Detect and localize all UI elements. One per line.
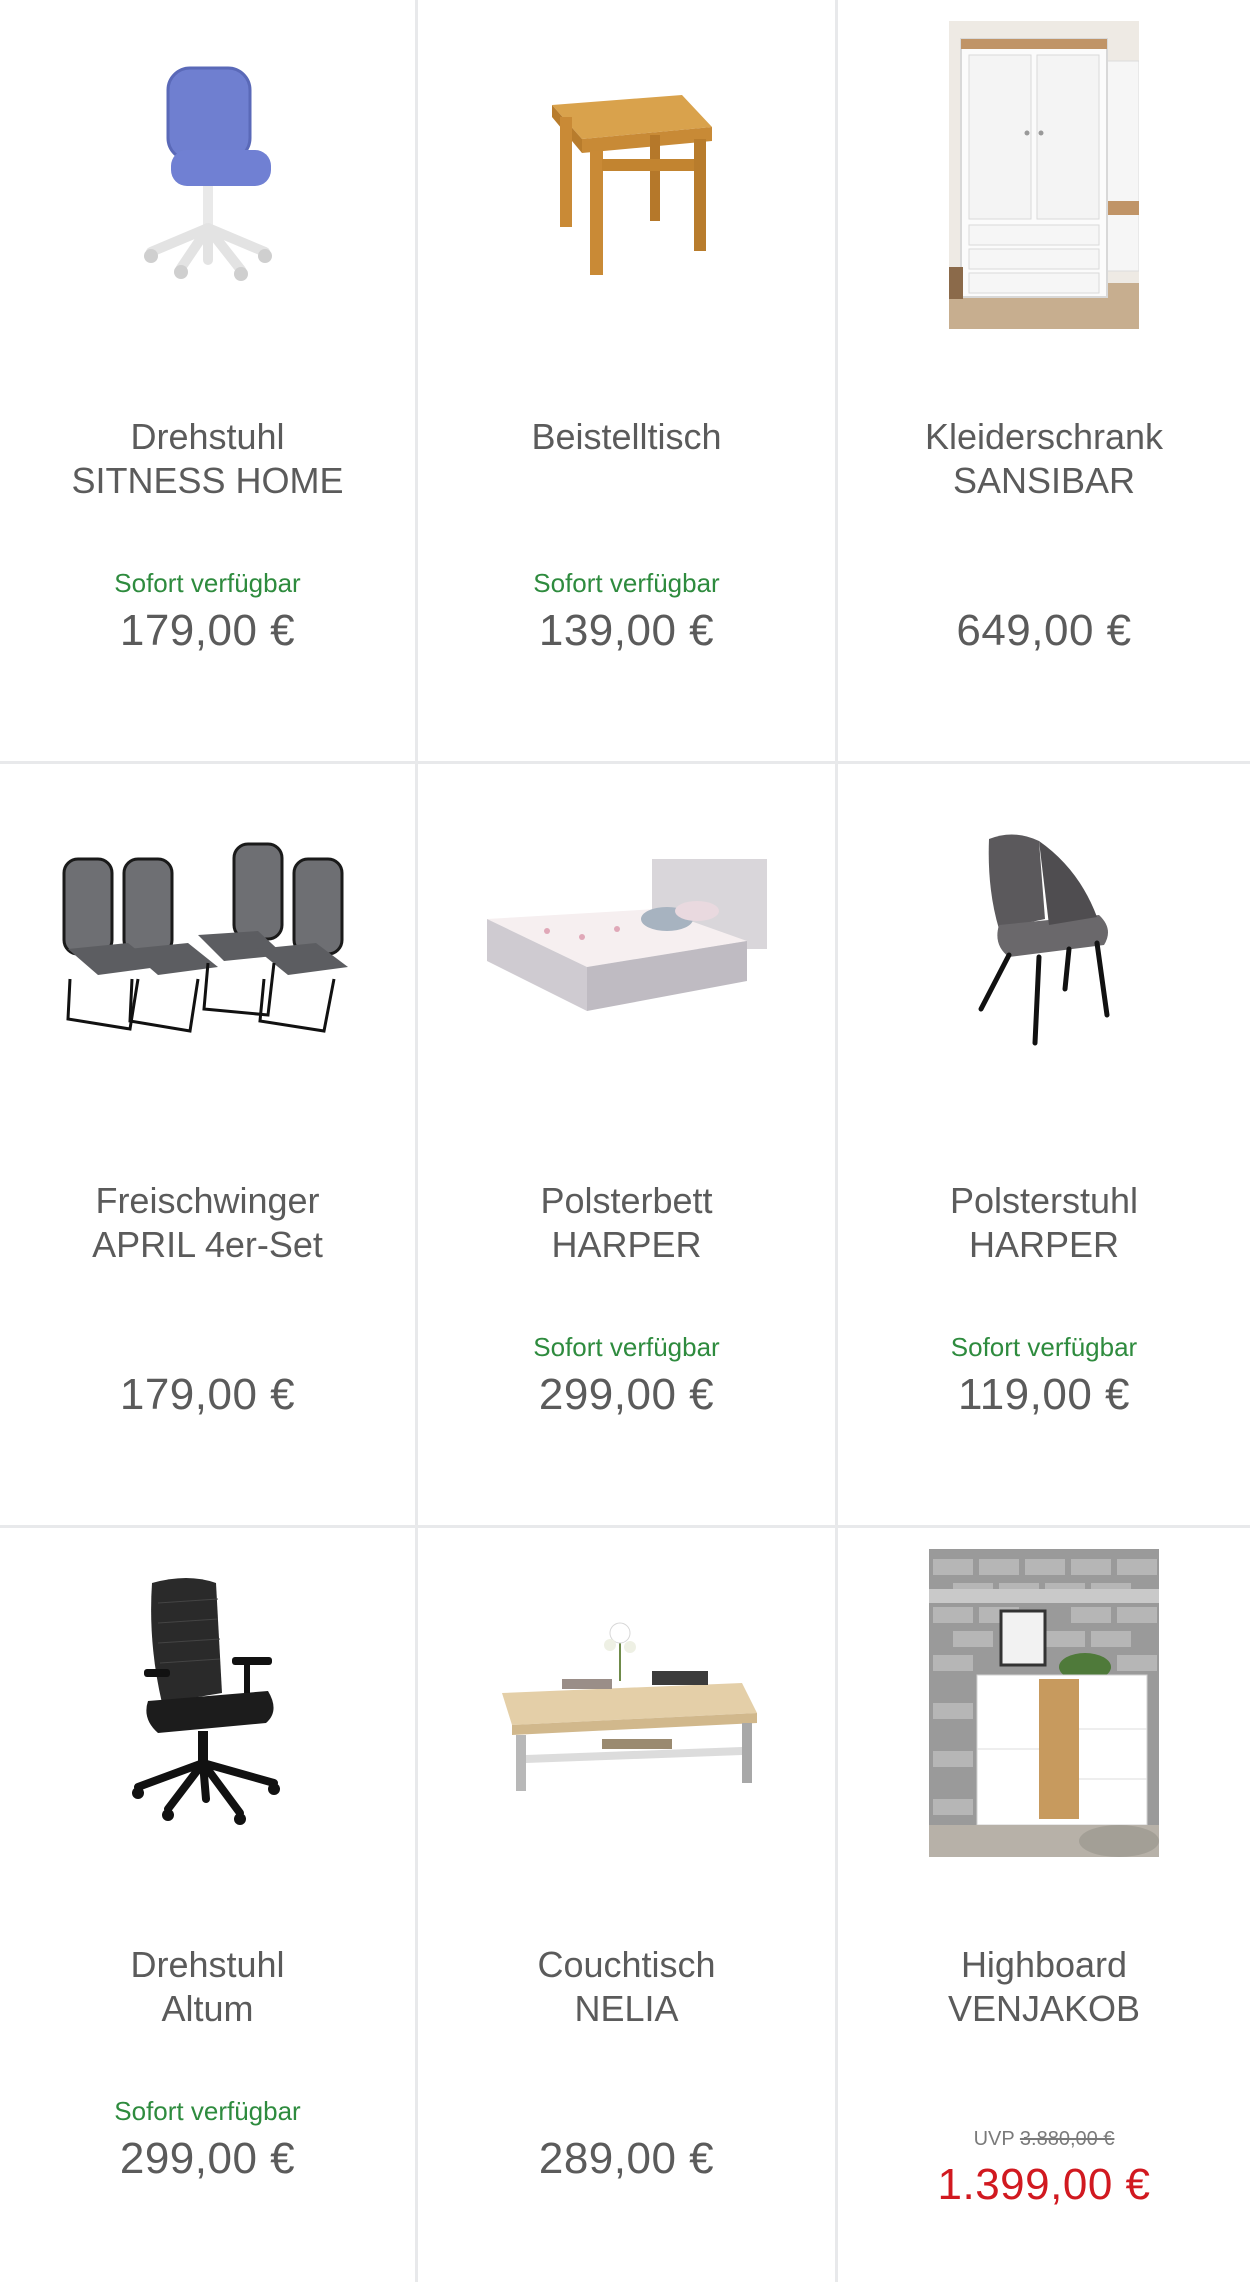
product-card[interactable]: Kleiderschrank SANSIBAR 649,00 € xyxy=(838,0,1250,764)
product-price: 179,00 € xyxy=(119,606,296,655)
uvp-old-price: 3.880,00 € xyxy=(1019,2128,1115,2150)
product-name-line2: VENJAKOB xyxy=(947,1988,1141,2029)
product-name[interactable]: Highboard VENJAKOB xyxy=(848,1943,1240,2031)
product-card[interactable]: Freischwinger APRIL 4er-Set 179,00 € xyxy=(0,764,418,1528)
product-name-line2: Altum xyxy=(161,1988,254,2029)
product-card[interactable]: Drehstuhl SITNESS HOME Sofort verfügbar … xyxy=(0,0,418,764)
product-image[interactable] xyxy=(0,10,415,340)
product-name[interactable]: Drehstuhl SITNESS HOME xyxy=(10,415,405,503)
product-price: 139,00 € xyxy=(538,606,715,655)
product-card[interactable]: Beistelltisch Sofort verfügbar 139,00 € xyxy=(418,0,838,764)
highboard-icon xyxy=(929,1549,1159,1857)
product-image[interactable] xyxy=(418,774,835,1104)
wardrobe-icon xyxy=(949,21,1139,329)
product-name-line2: HARPER xyxy=(551,1224,702,1265)
product-name-line1: Polsterbett xyxy=(540,1180,713,1221)
product-name-line1: Beistelltisch xyxy=(531,416,722,457)
availability-label: Sofort verfügbar xyxy=(950,1332,1138,1362)
coffee-table-icon xyxy=(501,1622,757,1791)
product-name[interactable]: Polsterstuhl HARPER xyxy=(848,1179,1240,1267)
product-name[interactable]: Beistelltisch xyxy=(428,415,825,459)
sale-price: 1.399,00 € xyxy=(937,2160,1151,2209)
swivel-chair-blue-icon xyxy=(143,66,272,281)
product-name-line1: Drehstuhl xyxy=(130,1944,285,1985)
availability-label: Sofort verfügbar xyxy=(533,568,720,598)
product-price: 299,00 € xyxy=(538,1370,715,1419)
product-image[interactable] xyxy=(418,10,835,340)
product-image[interactable] xyxy=(0,1538,415,1868)
product-name-line1: Highboard xyxy=(960,1944,1128,1985)
product-image[interactable] xyxy=(838,774,1250,1104)
upholstered-bed-icon xyxy=(486,859,767,1011)
product-name[interactable]: Couchtisch NELIA xyxy=(428,1943,825,2031)
product-name-line2: NELIA xyxy=(574,1988,679,2029)
product-price: 299,00 € xyxy=(119,2134,296,2183)
cantilever-chairs-icon xyxy=(62,842,348,1033)
product-name-line1: Kleiderschrank xyxy=(924,416,1164,457)
office-chair-black-icon xyxy=(131,1578,280,1825)
availability-label: Sofort verfügbar xyxy=(114,2096,301,2126)
product-card[interactable]: Polsterstuhl HARPER Sofort verfügbar 119… xyxy=(838,764,1250,1528)
product-card[interactable]: Polsterbett HARPER Sofort verfügbar 299,… xyxy=(418,764,838,1528)
product-name[interactable]: Kleiderschrank SANSIBAR xyxy=(848,415,1240,503)
side-table-icon xyxy=(551,95,712,275)
product-name-line2: APRIL 4er-Set xyxy=(92,1224,323,1265)
product-image[interactable] xyxy=(838,10,1250,340)
product-image[interactable] xyxy=(838,1538,1250,1868)
product-name-line2: SITNESS HOME xyxy=(71,460,344,501)
product-name-line2: SANSIBAR xyxy=(952,460,1136,501)
product-price: 119,00 € xyxy=(957,1370,1130,1419)
product-name[interactable]: Polsterbett HARPER xyxy=(428,1179,825,1267)
product-image[interactable] xyxy=(0,774,415,1104)
product-card[interactable]: Drehstuhl Altum Sofort verfügbar 299,00 … xyxy=(0,1528,418,2282)
availability-label: Sofort verfügbar xyxy=(114,568,301,598)
product-grid: Drehstuhl SITNESS HOME Sofort verfügbar … xyxy=(0,0,1250,2282)
product-name[interactable]: Freischwinger APRIL 4er-Set xyxy=(10,1179,405,1267)
product-name-line1: Couchtisch xyxy=(537,1944,716,1985)
uvp-reference-price: UVP 3.880,00 € xyxy=(838,2128,1250,2151)
upholstered-chair-icon xyxy=(978,834,1110,1046)
product-name-line1: Freischwinger xyxy=(95,1180,320,1221)
availability-label: Sofort verfügbar xyxy=(533,1332,720,1362)
product-name-line1: Drehstuhl xyxy=(130,416,285,457)
product-image[interactable] xyxy=(418,1538,835,1868)
product-price: 179,00 € xyxy=(119,1370,296,1419)
product-card[interactable]: Couchtisch NELIA 289,00 € xyxy=(418,1528,838,2282)
product-price: 649,00 € xyxy=(956,606,1132,655)
product-name-line2: HARPER xyxy=(968,1224,1120,1265)
product-name[interactable]: Drehstuhl Altum xyxy=(10,1943,405,2031)
product-card[interactable]: Highboard VENJAKOB UVP 3.880,00 € 1.399,… xyxy=(838,1528,1250,2282)
product-name-line1: Polsterstuhl xyxy=(949,1180,1139,1221)
product-price: 289,00 € xyxy=(538,2134,715,2183)
uvp-label: UVP xyxy=(973,2128,1015,2150)
